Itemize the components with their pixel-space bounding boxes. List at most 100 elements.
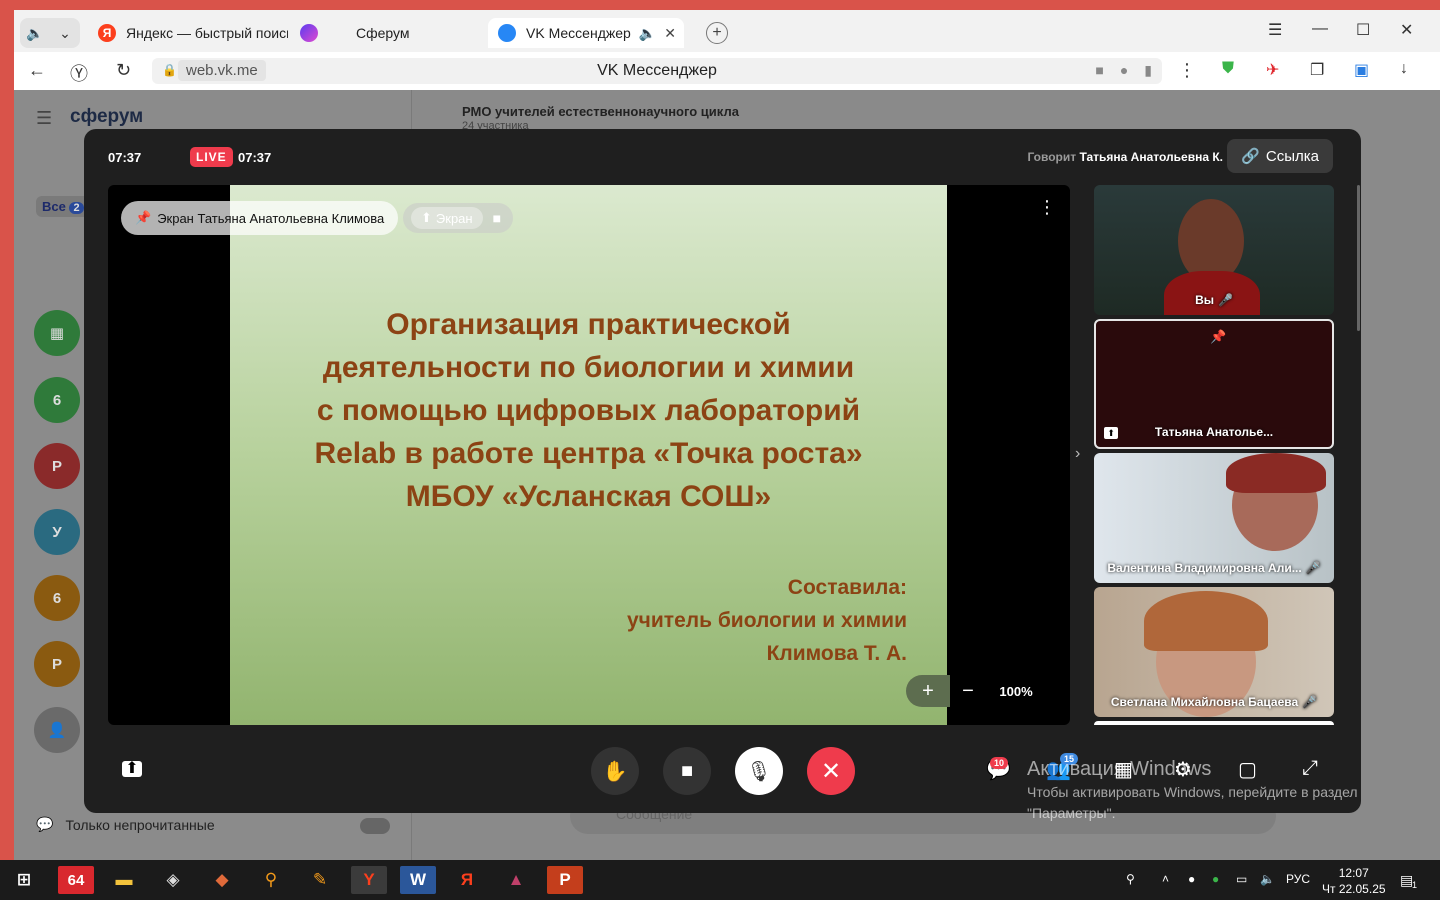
chevron-right-icon[interactable]: ›	[1075, 445, 1080, 463]
participant-tile[interactable]: Вы 🎤	[1094, 185, 1334, 315]
person-icon[interactable]: ⚲	[1126, 872, 1135, 886]
stream-switch[interactable]: ⬆ Экран ■	[403, 203, 514, 233]
notifications-count: 1	[1412, 880, 1418, 890]
more-icon[interactable]: ⋮	[1178, 60, 1196, 81]
screen-stream-tab[interactable]: ⬆ Экран	[411, 207, 483, 229]
security-icon[interactable]: ●	[1212, 872, 1219, 886]
filter-all-label: Все	[42, 199, 66, 214]
vk-messenger-icon	[498, 24, 516, 42]
chat-avatar[interactable]: 6	[34, 377, 80, 423]
language-indicator[interactable]: РУС	[1286, 872, 1310, 886]
maximize-icon[interactable]: ☐	[1356, 20, 1370, 40]
bookmark-icon[interactable]: ▮	[1144, 62, 1152, 79]
chevron-down-icon[interactable]: ⌄	[50, 25, 80, 42]
zoom-out-button[interactable]: −	[950, 675, 986, 707]
file-explorer-icon[interactable]: ▬	[106, 866, 142, 894]
yandex-browser-icon[interactable]: Y	[351, 866, 387, 894]
participant-label: Валентина Владимировна Али... 🎤	[1094, 561, 1334, 575]
participant-tile[interactable]: 📌 ⬆ Татьяна Анатолье...	[1094, 319, 1334, 449]
tab-vk-messenger[interactable]: VK Мессенджер 🔈 ✕	[488, 18, 684, 48]
chat-avatar[interactable]: ▦	[34, 310, 80, 356]
camera-stream-icon[interactable]: ■	[489, 210, 505, 226]
live-timer: 07:37	[238, 150, 272, 165]
speaking-indicator: Говорит Татьяна Анатольевна К.	[1027, 150, 1223, 164]
reload-icon[interactable]: ↻	[116, 60, 131, 81]
user-avatar-icon[interactable]: 👤	[34, 707, 80, 753]
video-call-window: 07:37 LIVE 07:37 Говорит Татьяна Анатоль…	[84, 129, 1361, 813]
volume-icon[interactable]: 🔈	[1260, 872, 1275, 886]
raise-hand-button[interactable]: ✋	[591, 747, 639, 795]
rocket-icon[interactable]: ✈	[1266, 60, 1279, 80]
chevron-up-icon[interactable]: ˄	[1162, 872, 1169, 886]
app-icon[interactable]: ◆	[204, 866, 240, 894]
screen-share-stage[interactable]: Организация практической деятельности по…	[108, 185, 1070, 725]
tab-sferum[interactable]: Сферум	[300, 18, 460, 48]
camera-toggle-button[interactable]: ■	[663, 747, 711, 795]
microphone-tray-icon[interactable]: ●	[1188, 872, 1195, 886]
tab-audio-controls[interactable]: 🔈 ⌄	[20, 18, 80, 48]
chat-avatar[interactable]: 6	[34, 575, 80, 621]
slide-author-line: Составила:	[787, 576, 907, 599]
back-icon[interactable]: ←	[28, 60, 46, 81]
unread-toggle[interactable]	[360, 818, 390, 834]
pinned-screen-label[interactable]: 📌 Экран Татьяна Анатольевна Климова	[121, 201, 399, 235]
url-field[interactable]: 🔒 web.vk.me VK Мессенджер ■ ● ▮	[152, 58, 1162, 84]
menu-icon[interactable]: ☰	[36, 108, 52, 129]
clock-date: Чт 22.05.25	[1322, 882, 1386, 896]
pinned-screen-name: Экран Татьяна Анатольевна Климова	[157, 210, 385, 226]
tab-audio-icon[interactable]: 🔈	[639, 25, 656, 42]
mic-toggle-button[interactable]: 🎙	[735, 747, 783, 795]
speaker-icon[interactable]: 🔈	[20, 25, 50, 42]
copy-link-button[interactable]: 🔗 Ссылка	[1227, 139, 1333, 173]
search-app-icon[interactable]: ⚲	[253, 866, 289, 894]
shield-icon[interactable]: ⛊	[1222, 60, 1234, 78]
zoom-in-button[interactable]: +	[906, 675, 950, 707]
unread-filter[interactable]: 💬 Только непрочитанные	[36, 816, 215, 833]
participant-name: Татьяна Анатолье...	[1154, 425, 1274, 439]
presentation-slide: Организация практической деятельности по…	[230, 185, 947, 725]
app-icon[interactable]: ◈	[155, 866, 191, 894]
camera-icon[interactable]: ■	[1095, 62, 1103, 79]
chat-badge: 10	[990, 757, 1009, 769]
powerpoint-icon[interactable]: P	[547, 866, 583, 894]
participant-tile[interactable]: Валентина Владимировна Али... 🎤	[1094, 453, 1334, 583]
pin-icon: 📌	[135, 210, 152, 225]
close-window-icon[interactable]: ✕	[1400, 20, 1413, 40]
sferum-logo: сферум	[70, 106, 144, 127]
minimize-icon[interactable]: —	[1312, 20, 1328, 38]
start-icon[interactable]: ⊞	[6, 866, 42, 894]
tab-yandex[interactable]: Я Яндекс — быстрый поиск	[98, 18, 288, 48]
yandex-home-icon[interactable]: Ⓨ	[70, 60, 88, 86]
share-screen-icon[interactable]: ⬆	[122, 761, 142, 777]
more-options-icon[interactable]: ⋮	[1038, 197, 1056, 218]
tab-menu-icon[interactable]: ☰	[1268, 20, 1282, 40]
filter-all[interactable]: Все 2	[36, 196, 90, 217]
chat-bubble-icon: 💬	[36, 816, 54, 832]
app-icon[interactable]: ▲	[498, 866, 534, 894]
app-icon[interactable]: ✎	[302, 866, 338, 894]
app-badge[interactable]: 64	[58, 866, 94, 894]
participant-tile[interactable]: Светлана Михайловна Бацаева 🎤	[1094, 587, 1334, 717]
chat-avatar[interactable]: Р	[34, 443, 80, 489]
close-icon[interactable]: ✕	[664, 25, 676, 42]
address-bar: ← Ⓨ ↻ 🔒 web.vk.me VK Мессенджер ■ ● ▮ ⋮ …	[14, 52, 1440, 90]
collections-icon[interactable]: ❐	[1310, 60, 1324, 80]
screen-share-icon: ⬆	[421, 210, 432, 225]
participant-scrollbar[interactable]	[1357, 185, 1360, 331]
chat-avatar[interactable]: У	[34, 509, 80, 555]
word-icon[interactable]: W	[400, 866, 436, 894]
extension-icon[interactable]: ▣	[1354, 60, 1369, 80]
end-call-button[interactable]: ✕	[807, 747, 855, 795]
system-clock[interactable]: 12:07 Чт 22.05.25	[1322, 865, 1386, 897]
yandex-icon[interactable]: Я	[449, 866, 485, 894]
link-label: Ссылка	[1265, 147, 1319, 165]
new-tab-button[interactable]: +	[706, 22, 728, 44]
chat-avatar[interactable]: Р	[34, 641, 80, 687]
slide-author: Составила: учитель биологии и химии Клим…	[627, 571, 907, 670]
microphone-icon[interactable]: ●	[1120, 62, 1128, 79]
pin-icon: 📌	[1210, 329, 1227, 344]
slide-title-line: Relab в работе центра «Точка роста»	[314, 437, 863, 470]
activation-text: Чтобы активировать Windows, перейдите в …	[1027, 784, 1358, 800]
network-icon[interactable]: ▭	[1236, 872, 1247, 886]
downloads-icon[interactable]: ↓	[1400, 60, 1408, 78]
